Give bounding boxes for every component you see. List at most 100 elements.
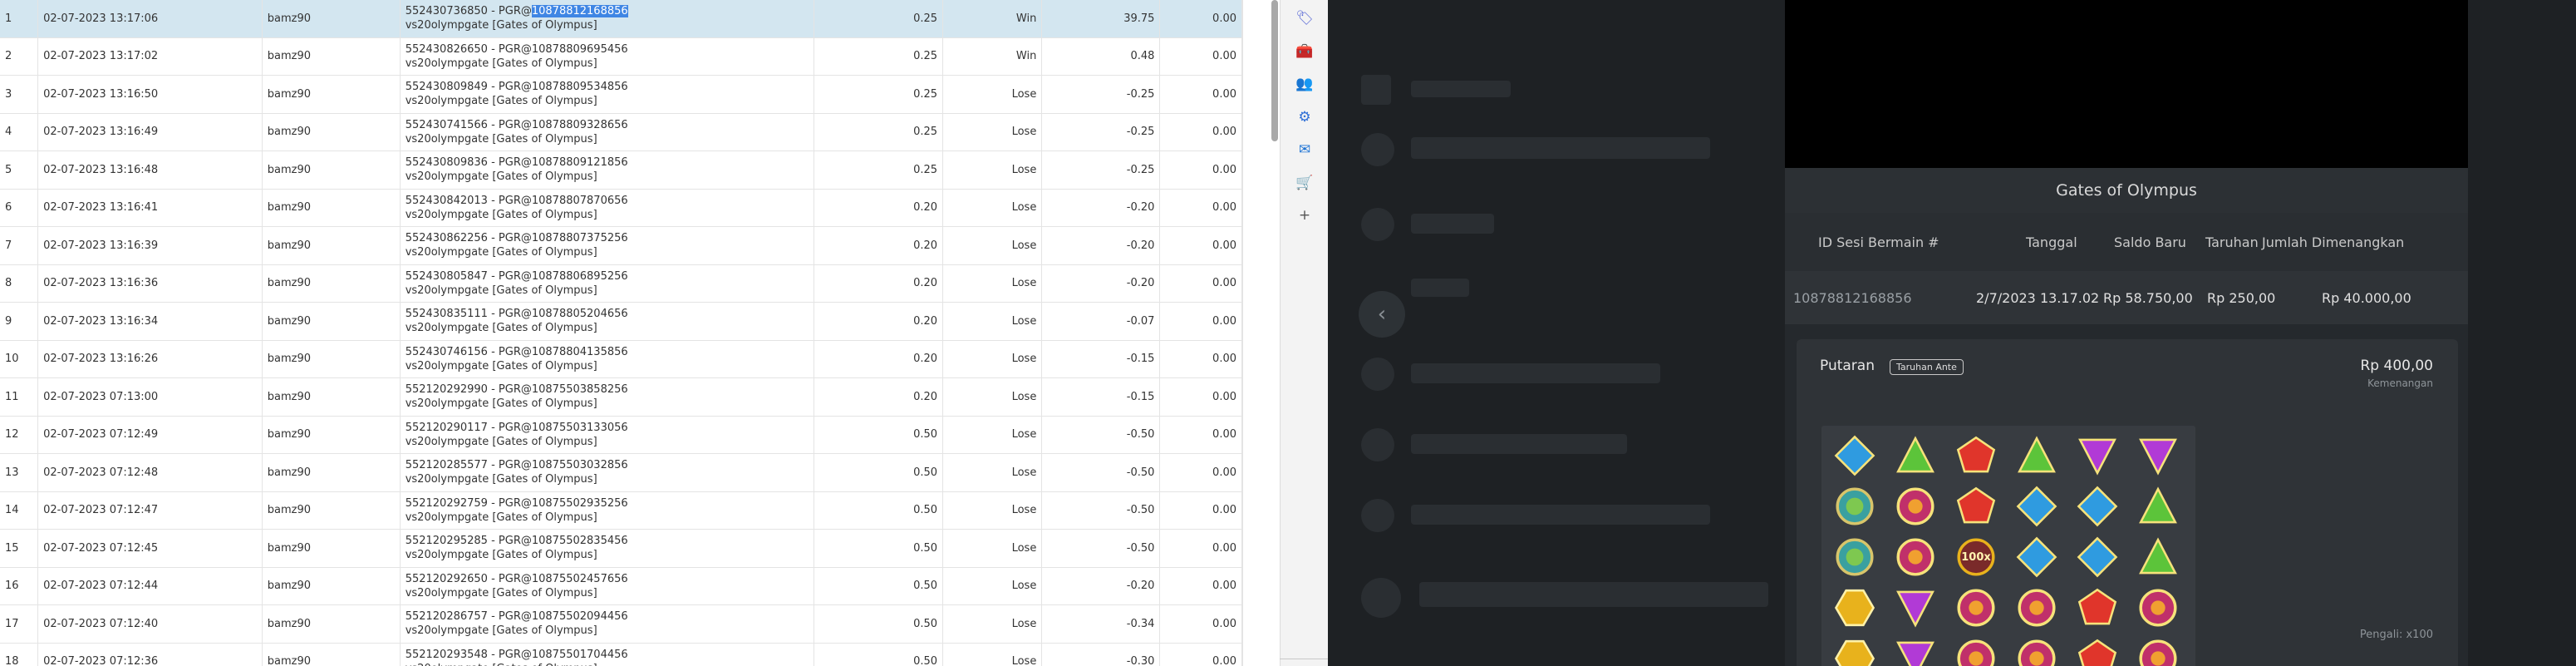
- table-row[interactable]: 8 02-07-2023 13:16:36 bamz90 552430805847 -…: [0, 264, 1242, 303]
- ring-gem-icon: [1951, 583, 2001, 633]
- desc-round-code[interactable]: 10878812168856: [531, 5, 628, 18]
- table-row[interactable]: 2 02-07-2023 13:17:02 bamz90 552430826650 -…: [0, 37, 1242, 76]
- spin-win-amount: Rp 400,00: [2360, 358, 2434, 374]
- green-gem-icon: [2133, 532, 2183, 582]
- table-row[interactable]: 17 02-07-2023 07:12:40 bamz90 552120286757 …: [0, 604, 1242, 644]
- table-row[interactable]: 10 02-07-2023 13:16:26 bamz90 552430746156 …: [0, 340, 1242, 378]
- row-amount: -0.34: [1041, 604, 1161, 644]
- row-extra: 0.00: [1159, 453, 1242, 492]
- orb-gem-icon: [1830, 532, 1880, 582]
- table-row[interactable]: 6 02-07-2023 13:16:41 bamz90 552430842013 -…: [0, 189, 1242, 227]
- desc-round-code[interactable]: 10878809534856: [532, 81, 628, 93]
- desc-game: vs20olympgate [Gates of Olympus]: [405, 549, 597, 562]
- table-row[interactable]: 18 02-07-2023 07:12:36 bamz90 552120293548 …: [0, 643, 1242, 666]
- reel-grid: 100x: [1821, 426, 2195, 666]
- row-date: 02-07-2023 13:16:36: [37, 264, 263, 303]
- row-username: bamz90: [262, 189, 401, 227]
- row-number: 5: [0, 150, 39, 190]
- history-data-row[interactable]: 10878812168856 2/7/2023 13.17.02 Rp 58.7…: [1785, 271, 2468, 324]
- row-description: 552120285577 - PGR@10875503032856 vs20oly…: [400, 453, 814, 492]
- desc-prefix: 552430835111 - PGR@: [405, 308, 532, 321]
- people-icon[interactable]: 👥: [1295, 74, 1315, 94]
- row-description: 552120295285 - PGR@10875502835456 vs20oly…: [400, 529, 814, 568]
- desc-round-code[interactable]: 10878809121856: [532, 156, 628, 169]
- desc-game: vs20olympgate [Gates of Olympus]: [405, 208, 597, 221]
- table-row[interactable]: 11 02-07-2023 07:13:00 bamz90 552120292990 …: [0, 377, 1242, 417]
- table-scrollbar-thumb[interactable]: [1271, 0, 1278, 141]
- desc-prefix: 552430805847 - PGR@: [405, 269, 532, 283]
- row-extra: 0.00: [1159, 604, 1242, 644]
- desc-round-code[interactable]: 10875502935256: [532, 497, 628, 510]
- desc-round-code[interactable]: 10878807375256: [532, 232, 628, 244]
- settings-gear-icon[interactable]: ⚙: [1295, 107, 1315, 127]
- row-amount: -0.20: [1041, 264, 1161, 303]
- row-extra: 0.00: [1159, 37, 1242, 76]
- back-arrow-button[interactable]: ‹: [1359, 291, 1405, 338]
- desc-game: vs20olympgate [Gates of Olympus]: [405, 586, 597, 599]
- table-row[interactable]: 3 02-07-2023 13:16:50 bamz90 552430809849 -…: [0, 75, 1242, 114]
- row-number: 11: [0, 377, 39, 417]
- blue-gem-icon: [2072, 532, 2122, 582]
- row-result: Lose: [942, 189, 1043, 227]
- table-row[interactable]: 16 02-07-2023 07:12:44 bamz90 552120292650 …: [0, 567, 1242, 605]
- row-result: Lose: [942, 416, 1043, 454]
- desc-round-code[interactable]: 10875501704456: [532, 649, 628, 661]
- row-amount: -0.20: [1041, 189, 1161, 227]
- desc-round-code[interactable]: 10878809695456: [532, 43, 628, 56]
- toolbox-icon[interactable]: 🧰: [1295, 42, 1315, 62]
- row-result: Lose: [942, 529, 1043, 568]
- table-row[interactable]: 4 02-07-2023 13:16:49 bamz90 552430741566 -…: [0, 113, 1242, 151]
- desc-round-code[interactable]: 10875502835456: [532, 535, 628, 547]
- desc-round-code[interactable]: 10878807870656: [532, 195, 628, 207]
- desc-round-code[interactable]: 10875503858256: [532, 383, 628, 396]
- desc-round-code[interactable]: 10875502457656: [532, 573, 628, 585]
- row-description: 552430809836 - PGR@10878809121856 vs20oly…: [400, 150, 814, 190]
- row-result: Win: [942, 0, 1043, 38]
- row-number: 10: [0, 340, 39, 378]
- row-extra: 0.00: [1159, 567, 1242, 605]
- row-description: 552430746156 - PGR@10878804135856 vs20oly…: [400, 340, 814, 378]
- table-row[interactable]: 15 02-07-2023 07:12:45 bamz90 552120295285 …: [0, 529, 1242, 568]
- table-row[interactable]: 12 02-07-2023 07:12:49 bamz90 552120290117 …: [0, 416, 1242, 454]
- cart-icon[interactable]: 🛒: [1295, 173, 1315, 193]
- desc-prefix: 552120292650 - PGR@: [405, 572, 532, 585]
- table-row[interactable]: 7 02-07-2023 13:16:39 bamz90 552430862256 -…: [0, 226, 1242, 265]
- row-number: 9: [0, 302, 39, 341]
- desc-game: vs20olympgate [Gates of Olympus]: [405, 435, 597, 448]
- desc-round-code[interactable]: 10878804135856: [532, 346, 628, 358]
- row-extra: 0.00: [1159, 377, 1242, 417]
- table-row[interactable]: 14 02-07-2023 07:12:47 bamz90 552120292759 …: [0, 491, 1242, 530]
- row-result: Lose: [942, 491, 1043, 530]
- desc-round-code[interactable]: 10875503032856: [532, 459, 628, 471]
- desc-round-code[interactable]: 10875502094456: [532, 610, 628, 623]
- tag-icon[interactable]: 🏷: [1295, 8, 1315, 28]
- transaction-table: 1 02-07-2023 13:17:06 bamz90 552430736850 -…: [0, 0, 1242, 666]
- row-number: 12: [0, 416, 39, 454]
- row-date: 02-07-2023 13:16:26: [37, 340, 263, 378]
- row-date: 02-07-2023 13:16:34: [37, 302, 263, 341]
- desc-game: vs20olympgate [Gates of Olympus]: [405, 624, 597, 638]
- outlook-icon[interactable]: ✉: [1295, 140, 1315, 160]
- table-row[interactable]: 9 02-07-2023 13:16:34 bamz90 552430835111 -…: [0, 302, 1242, 341]
- add-icon[interactable]: +: [1295, 205, 1315, 225]
- row-description: 552120292759 - PGR@10875502935256 vs20oly…: [400, 491, 814, 530]
- table-row[interactable]: 1 02-07-2023 13:17:06 bamz90 552430736850 -…: [0, 0, 1242, 38]
- desc-round-code[interactable]: 10878806895256: [532, 270, 628, 283]
- ghost-icon: [1361, 358, 1394, 391]
- desc-round-code[interactable]: 10875503133056: [532, 422, 628, 434]
- game-title: Gates of Olympus: [1785, 168, 2468, 213]
- desc-prefix: 552120285577 - PGR@: [405, 459, 532, 472]
- ghost-text-block: [1411, 137, 1710, 159]
- desc-game: vs20olympgate [Gates of Olympus]: [405, 132, 597, 146]
- desc-round-code[interactable]: 10878805204656: [532, 308, 628, 320]
- desc-prefix: 552120295285 - PGR@: [405, 535, 532, 548]
- table-row[interactable]: 13 02-07-2023 07:12:48 bamz90 552120285577 …: [0, 453, 1242, 492]
- table-row[interactable]: 5 02-07-2023 13:16:48 bamz90 552430809836 -…: [0, 150, 1242, 190]
- won-value: Rp 40.000,00: [2322, 289, 2411, 306]
- row-amount: -0.15: [1041, 377, 1161, 417]
- row-result: Win: [942, 37, 1043, 76]
- row-extra: 0.00: [1159, 643, 1242, 666]
- header-balance: Saldo Baru: [2114, 234, 2186, 250]
- row-date: 02-07-2023 07:12:49: [37, 416, 263, 454]
- desc-round-code[interactable]: 10878809328656: [532, 119, 628, 131]
